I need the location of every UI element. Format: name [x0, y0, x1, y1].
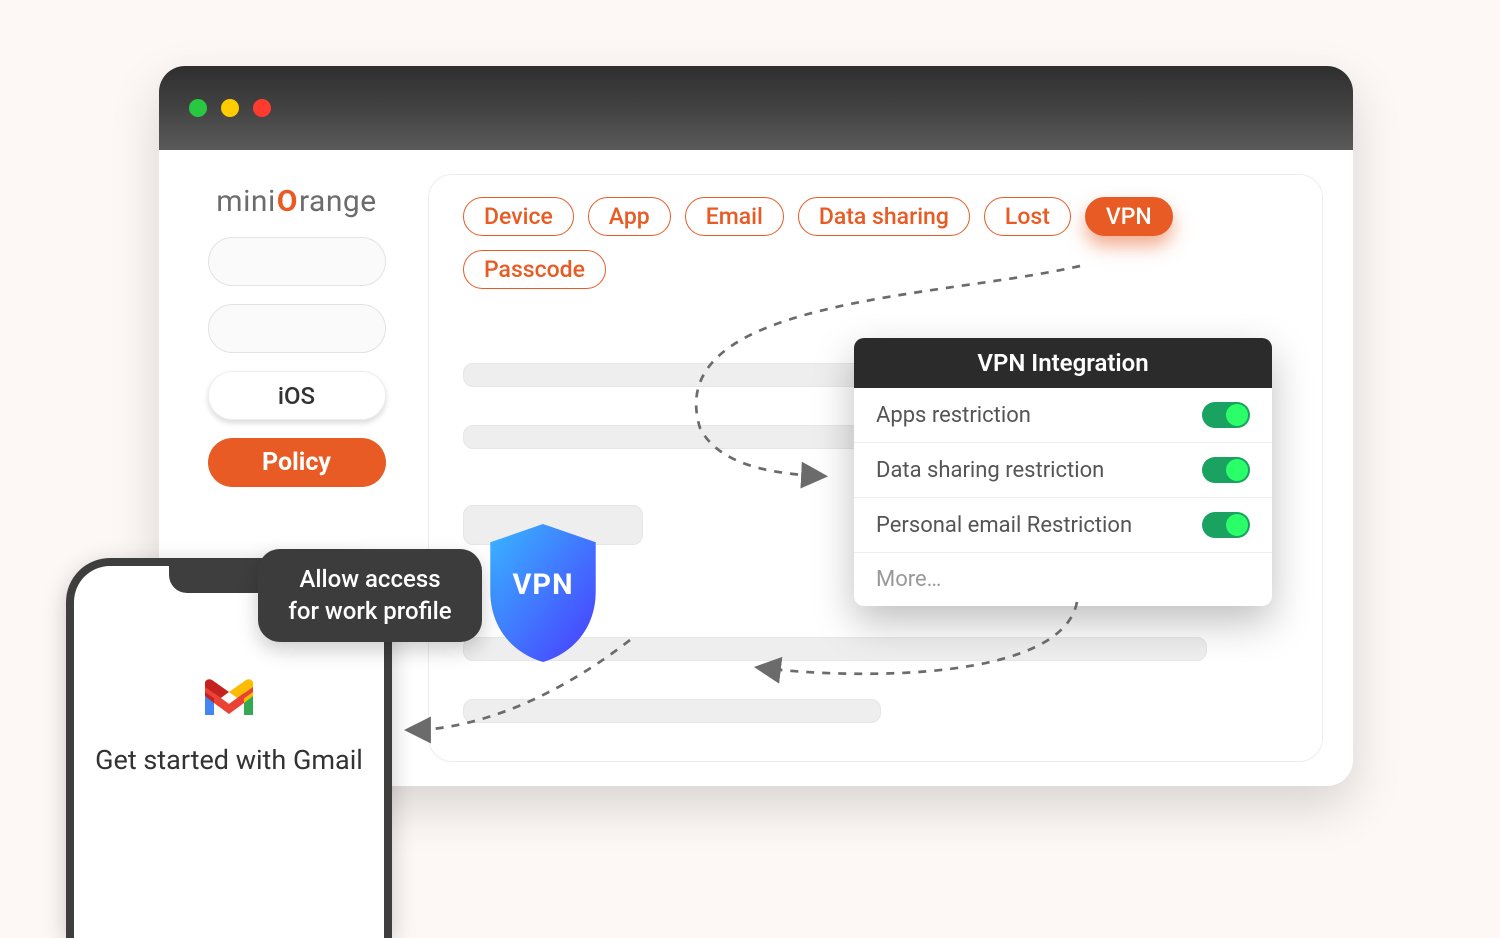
tab-label: App: [609, 203, 650, 230]
sidebar-item-ios[interactable]: iOS: [208, 371, 386, 420]
shield-icon: [482, 651, 604, 670]
tab-vpn[interactable]: VPN: [1085, 197, 1173, 236]
tab-label: Email: [706, 203, 763, 230]
vpn-shield-badge: VPN: [482, 520, 604, 666]
popup-row-label: Data sharing restriction: [876, 458, 1104, 483]
phone-caption: Get started with Gmail: [75, 742, 383, 778]
tab-label: Passcode: [484, 256, 585, 283]
popup-row-personal-email-restriction: Personal email Restriction: [854, 498, 1272, 553]
tab-label: Data sharing: [819, 203, 949, 230]
toggle-data-sharing-restriction[interactable]: [1202, 457, 1250, 483]
brand-logo: miniOrange: [216, 184, 376, 219]
popup-row-data-sharing-restriction: Data sharing restriction: [854, 443, 1272, 498]
brand-part3: range: [299, 184, 377, 219]
toggle-apps-restriction[interactable]: [1202, 402, 1250, 428]
window-titlebar: [159, 66, 1353, 150]
tab-email[interactable]: Email: [685, 197, 784, 236]
brand-part2: O: [276, 184, 299, 219]
placeholder-line: [463, 425, 881, 449]
popup-more-label: More…: [876, 567, 941, 592]
traffic-light-red-icon[interactable]: [253, 99, 271, 117]
tab-label: VPN: [1106, 203, 1152, 230]
vpn-shield-label: VPN: [482, 568, 604, 602]
popup-row-label: Apps restriction: [876, 403, 1031, 428]
popup-title: VPN Integration: [854, 338, 1272, 388]
traffic-light-yellow-icon[interactable]: [221, 99, 239, 117]
sidebar-item-label: Policy: [262, 448, 331, 477]
popup-row-more[interactable]: More…: [854, 553, 1272, 606]
tab-label: Device: [484, 203, 553, 230]
sidebar-item-policy[interactable]: Policy: [208, 438, 386, 487]
traffic-light-green-icon[interactable]: [189, 99, 207, 117]
vpn-integration-popup: VPN Integration Apps restriction Data sh…: [854, 338, 1272, 606]
tab-device[interactable]: Device: [463, 197, 574, 236]
popup-row-label: Personal email Restriction: [876, 513, 1132, 538]
tab-data-sharing[interactable]: Data sharing: [798, 197, 970, 236]
tab-lost[interactable]: Lost: [984, 197, 1071, 236]
toggle-personal-email-restriction[interactable]: [1202, 512, 1250, 538]
popup-row-apps-restriction: Apps restriction: [854, 388, 1272, 443]
brand-part1: mini: [216, 184, 275, 219]
callout-text: Allow access for work profile: [288, 565, 451, 625]
tab-row: Device App Email Data sharing Lost VPN P…: [463, 197, 1288, 289]
sidebar-item-placeholder-2[interactable]: [208, 304, 386, 353]
tab-passcode[interactable]: Passcode: [463, 250, 606, 289]
tab-app[interactable]: App: [588, 197, 671, 236]
sidebar-item-placeholder-1[interactable]: [208, 237, 386, 286]
gmail-icon: [201, 678, 257, 720]
tab-label: Lost: [1005, 203, 1050, 230]
placeholder-line: [463, 699, 881, 723]
sidebar-item-label: iOS: [278, 382, 315, 410]
work-profile-callout: Allow access for work profile: [258, 549, 482, 642]
